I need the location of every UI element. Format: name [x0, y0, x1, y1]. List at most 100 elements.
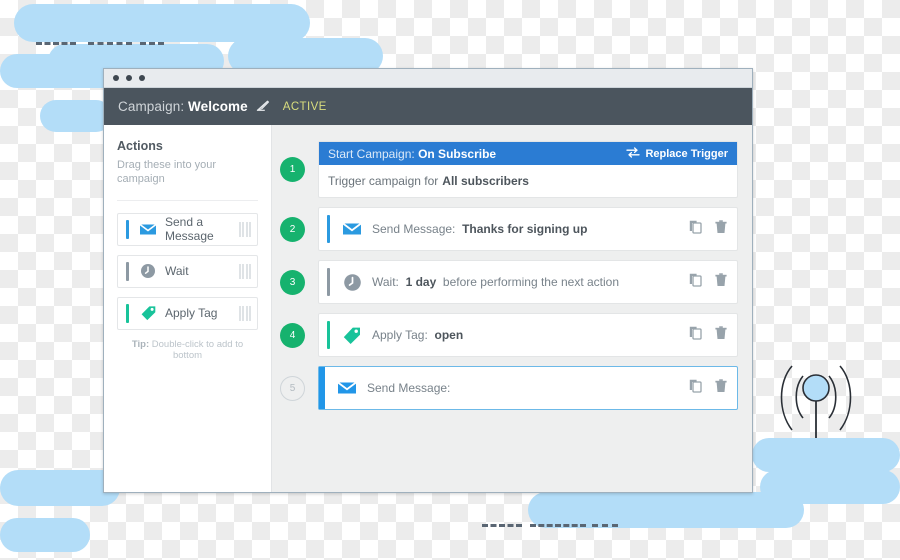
- cloud-shape: [0, 470, 120, 506]
- trigger-card-header: Start Campaign: On Subscribe Replace Tri…: [319, 142, 737, 165]
- campaign-row-step: 2 Send Message: Thanks for signing up: [280, 207, 738, 251]
- action-card-wait[interactable]: Wait: [117, 254, 258, 288]
- envelope-icon: [341, 222, 363, 236]
- row-actions: [689, 272, 727, 292]
- actions-sidebar: Actions Drag these into your campaign Se…: [104, 125, 272, 492]
- drag-handle-icon[interactable]: [238, 263, 251, 279]
- cloud-shape: [40, 100, 112, 132]
- step-badge: 3: [280, 269, 305, 295]
- accent-bar: [126, 303, 129, 323]
- accent-bar: [126, 261, 129, 281]
- cloud-shape: [14, 4, 310, 42]
- step-card-apply-tag[interactable]: Apply Tag: open: [318, 313, 738, 357]
- cloud-shape: [760, 470, 900, 504]
- trigger-body-label: Trigger campaign for: [328, 174, 439, 188]
- copy-icon[interactable]: [689, 273, 702, 292]
- sidebar-divider: [117, 199, 258, 201]
- trash-icon[interactable]: [715, 219, 727, 239]
- step-value: open: [434, 328, 464, 342]
- envelope-icon: [138, 223, 158, 236]
- step-badge: 1: [280, 157, 305, 182]
- window-dot-close[interactable]: [113, 75, 119, 81]
- dashed-line: [88, 42, 132, 45]
- page-title: Campaign: Welcome: [118, 99, 248, 114]
- accent-bar: [319, 367, 325, 409]
- drag-handle-icon[interactable]: [238, 305, 251, 321]
- action-card-label: Apply Tag: [165, 306, 218, 321]
- step-card-send-message-selected[interactable]: Send Message:: [318, 366, 738, 410]
- window-dot-maximize[interactable]: [139, 75, 145, 81]
- step-text: Send Message:: [367, 381, 689, 395]
- step-card-wait[interactable]: Wait: 1 day before performing the next a…: [318, 260, 738, 304]
- sidebar-tip: Tip: Double-click to add to bottom: [117, 339, 258, 361]
- row-actions: [689, 325, 727, 345]
- trigger-title-label: Start Campaign:: [328, 146, 415, 161]
- trash-icon[interactable]: [715, 272, 727, 292]
- app-header: Campaign: Welcome ACTIVE: [104, 88, 752, 125]
- dashed-line: [36, 42, 76, 45]
- row-actions: [689, 378, 727, 398]
- broadcast-antenna-icon: [780, 365, 852, 438]
- action-card-send-a-message[interactable]: Send a Message: [117, 212, 258, 246]
- step-text: Send Message: Thanks for signing up: [372, 222, 689, 236]
- step-label: Wait:: [372, 275, 399, 289]
- dashed-line: [530, 524, 586, 527]
- step-label: Send Message:: [367, 381, 451, 395]
- window-dot-minimize[interactable]: [126, 75, 132, 81]
- accent-bar: [327, 215, 330, 243]
- trigger-card[interactable]: Start Campaign: On Subscribe Replace Tri…: [318, 141, 738, 198]
- pencil-icon[interactable]: [255, 99, 270, 114]
- app-window: Campaign: Welcome ACTIVE Actions Drag th…: [103, 68, 753, 493]
- copy-icon[interactable]: [689, 326, 702, 345]
- campaign-label: Campaign:: [118, 99, 185, 114]
- step-card-send-message[interactable]: Send Message: Thanks for signing up: [318, 207, 738, 251]
- campaign-name: Welcome: [188, 99, 248, 114]
- app-body: Actions Drag these into your campaign Se…: [104, 125, 752, 492]
- dashed-line: [140, 42, 164, 45]
- campaign-row-step: 5 Send Message:: [280, 366, 738, 410]
- step-label: Send Message:: [372, 222, 456, 236]
- window-titlebar: [104, 69, 752, 88]
- trigger-card-body: Trigger campaign for All subscribers: [319, 165, 737, 197]
- status-badge: ACTIVE: [282, 100, 327, 113]
- cloud-shape: [0, 518, 90, 552]
- replace-trigger-button[interactable]: Replace Trigger: [626, 146, 728, 161]
- sidebar-subtitle: Drag these into your campaign: [117, 159, 217, 186]
- replace-trigger-label: Replace Trigger: [645, 147, 728, 160]
- step-badge: 2: [280, 216, 305, 242]
- trash-icon[interactable]: [715, 378, 727, 398]
- step-value: 1 day: [405, 275, 437, 289]
- sidebar-tip-text: Double-click to add to bottom: [149, 338, 244, 361]
- step-text: Wait: 1 day before performing the next a…: [372, 275, 689, 289]
- copy-icon[interactable]: [689, 379, 702, 398]
- action-card-label: Wait: [165, 264, 189, 279]
- campaign-row-step: 3 Wait: 1 day before performing the next…: [280, 260, 738, 304]
- swap-arrows-icon: [626, 146, 641, 161]
- step-text: Apply Tag: open: [372, 328, 689, 342]
- sidebar-tip-prefix: Tip:: [131, 338, 150, 350]
- accent-bar: [126, 219, 129, 239]
- step-badge: 4: [280, 322, 305, 348]
- action-card-label: Send a Message: [165, 215, 214, 244]
- clock-icon: [138, 263, 158, 279]
- tag-icon: [138, 305, 158, 321]
- envelope-icon: [336, 381, 358, 395]
- accent-bar: [327, 321, 330, 349]
- campaign-row-step: 4 Apply Tag: open: [280, 313, 738, 357]
- trigger-title-value: On Subscribe: [418, 146, 497, 161]
- step-badge: 5: [280, 375, 305, 401]
- trash-icon[interactable]: [715, 325, 727, 345]
- dashed-line: [592, 524, 618, 527]
- trigger-body-value: All subscribers: [442, 174, 529, 188]
- action-card-apply-tag[interactable]: Apply Tag: [117, 296, 258, 330]
- step-value: Thanks for signing up: [462, 222, 588, 236]
- clock-icon: [341, 273, 363, 292]
- step-label: Apply Tag:: [372, 328, 428, 342]
- sidebar-title: Actions: [117, 139, 163, 153]
- copy-icon[interactable]: [689, 220, 702, 239]
- row-actions: [689, 219, 727, 239]
- dashed-line: [482, 524, 522, 527]
- step-suffix: before performing the next action: [442, 275, 620, 289]
- campaign-row-trigger: 1 Start Campaign: On Subscribe Replace T…: [280, 141, 738, 198]
- drag-handle-icon[interactable]: [238, 221, 251, 237]
